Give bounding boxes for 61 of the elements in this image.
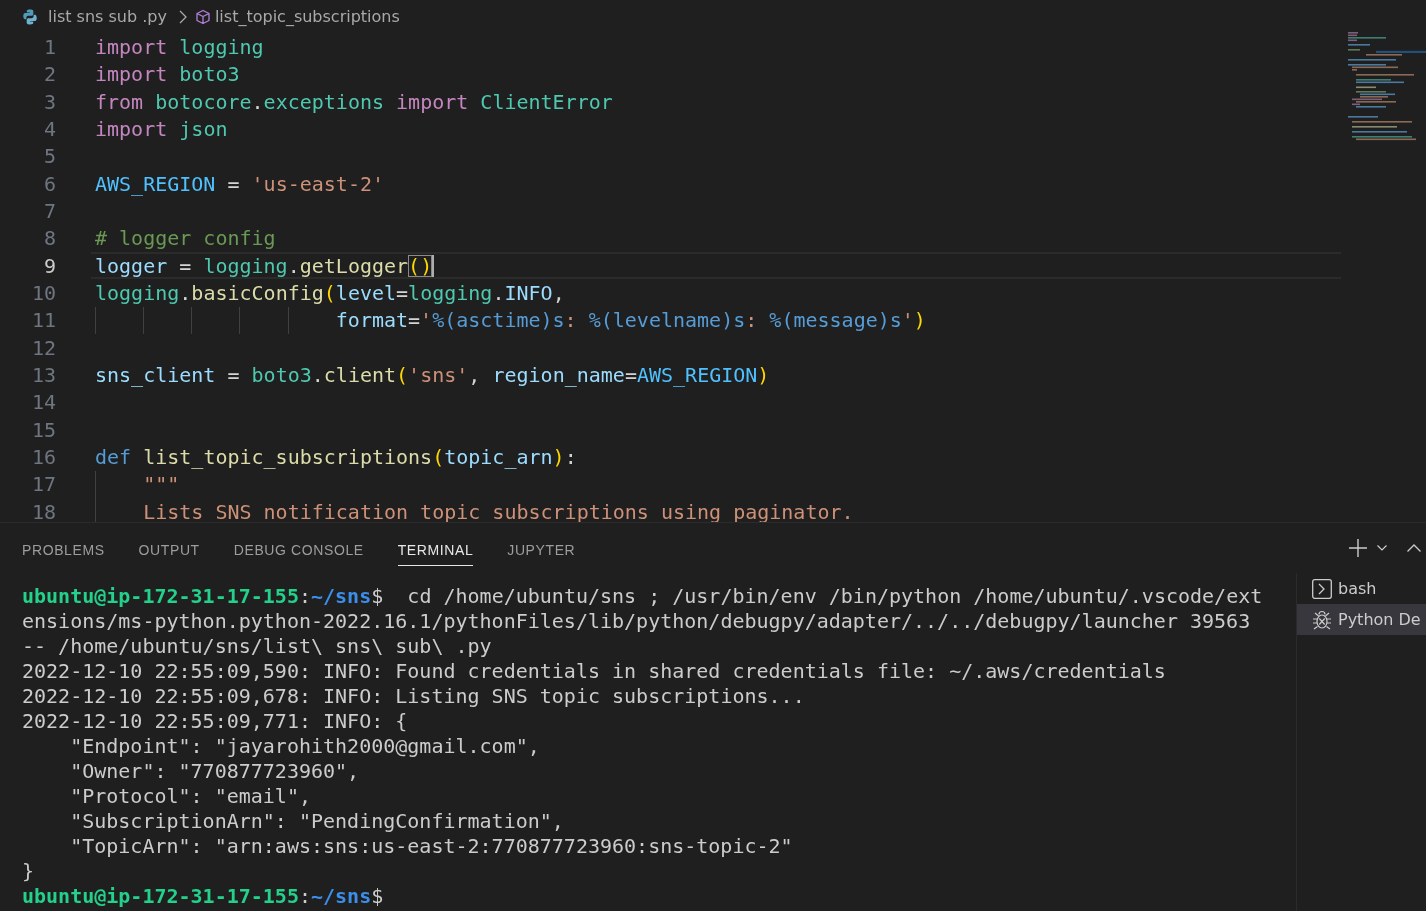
code-line: # logger config [95,227,276,250]
terminal-line: } [22,859,35,883]
code-line: from botocore.exceptions import ClientError [95,90,613,113]
line-number: 13 [31,364,56,387]
terminal-line: -- /home/ubuntu/sns/list\ sns\ sub\ .py [22,634,492,658]
chevron-down-icon[interactable] [1377,545,1387,551]
code-line: import boto3 [95,63,240,86]
line-number: 3 [43,90,56,113]
cube-icon [194,8,211,25]
line-number: 16 [31,446,56,469]
line-number: 1 [43,35,56,58]
code-line: AWS_REGION = 'us-east-2' [95,172,384,195]
terminal-line: "Endpoint": "jayarohith2000@gmail.com", [70,734,540,758]
terminal-line: 2022-12-10 22:55:09,678: INFO: Listing SNS topic subscriptions... [22,684,805,708]
bug-icon [1312,609,1332,630]
line-number: 8 [43,227,56,250]
terminal-line: "Owner": "770877723960", [70,759,360,783]
line-number: 18 [31,500,56,522]
code-line: sns_client = boto3.client('sns', region_name=AWS_REGION) [95,364,770,387]
line-number: 12 [31,336,56,359]
line-number: 17 [31,473,56,496]
terminal-line: "Protocol": "email", [70,784,311,808]
line-number: 2 [43,63,56,86]
breadcrumb-file[interactable]: list sns sub .py [48,6,167,27]
panel-tab[interactable]: JUPYTER [507,534,576,566]
chevron-up-icon[interactable] [1407,544,1421,552]
code-line: logger = logging.getLogger() [95,254,433,277]
panel-tab[interactable]: DEBUG CONSOLE [233,534,364,566]
panel-tab[interactable]: TERMINAL [397,534,474,566]
terminal-line: 2022-12-10 22:55:09,590: INFO: Found credentials in shared credentials file: ~/.aws/credentials [22,659,1166,683]
line-number: 11 [31,309,56,332]
line-number: 5 [43,145,56,168]
shell-session-item[interactable]: Python De [1297,604,1426,635]
terminal-line: ubuntu@ip-172-31-17-155:~/sns$ cd /home/ubuntu/sns ; /usr/bin/env /bin/python /home/ubuntu/.vscode/ext [22,584,1263,608]
file-type-icon [22,8,38,25]
code-line: logging.basicConfig(level=logging.INFO, [95,282,565,305]
code-line: format='%(asctime)s: %(levelname)s: %(message)s') [335,309,926,332]
text-cursor [432,254,435,277]
line-number: 6 [43,172,56,195]
terminal-line: "TopicArn": "arn:aws:sns:us-east-2:770877723960:sns-topic-2" [70,834,793,858]
panel-tab[interactable]: OUTPUT [138,534,200,566]
terminal-line: 2022-12-10 22:55:09,771: INFO: { [22,709,408,733]
chevron-right-icon [178,9,187,24]
prompt-box-icon [1312,578,1332,599]
shell-session-item[interactable]: bash [1297,573,1426,604]
line-number: 9 [43,254,56,277]
line-number: 4 [43,118,56,140]
terminal-line: ensions/ms-python.python-2022.16.1/pythonFiles/lib/python/debugpy/adapter/../../debugpy/launcher 39563 [22,609,1251,633]
terminal-line: ubuntu@ip-172-31-17-155:~/sns$ [22,884,384,908]
line-number: 7 [43,200,56,223]
breadcrumb-symbol[interactable]: list_topic_subscriptions [214,6,400,27]
code-line: import logging [95,35,264,58]
plus-icon[interactable] [1348,538,1368,558]
terminal-line: "SubscriptionArn": "PendingConfirmation", [70,809,564,833]
panel-tab[interactable]: PROBLEMS [22,534,105,566]
code-line: """ [143,473,180,496]
code-line: def list_topic_subscriptions(topic_arn): [95,446,577,469]
line-number: 15 [31,418,56,441]
line-number: 10 [31,282,56,305]
line-number: 14 [31,391,56,414]
code-line: import json [95,118,228,140]
